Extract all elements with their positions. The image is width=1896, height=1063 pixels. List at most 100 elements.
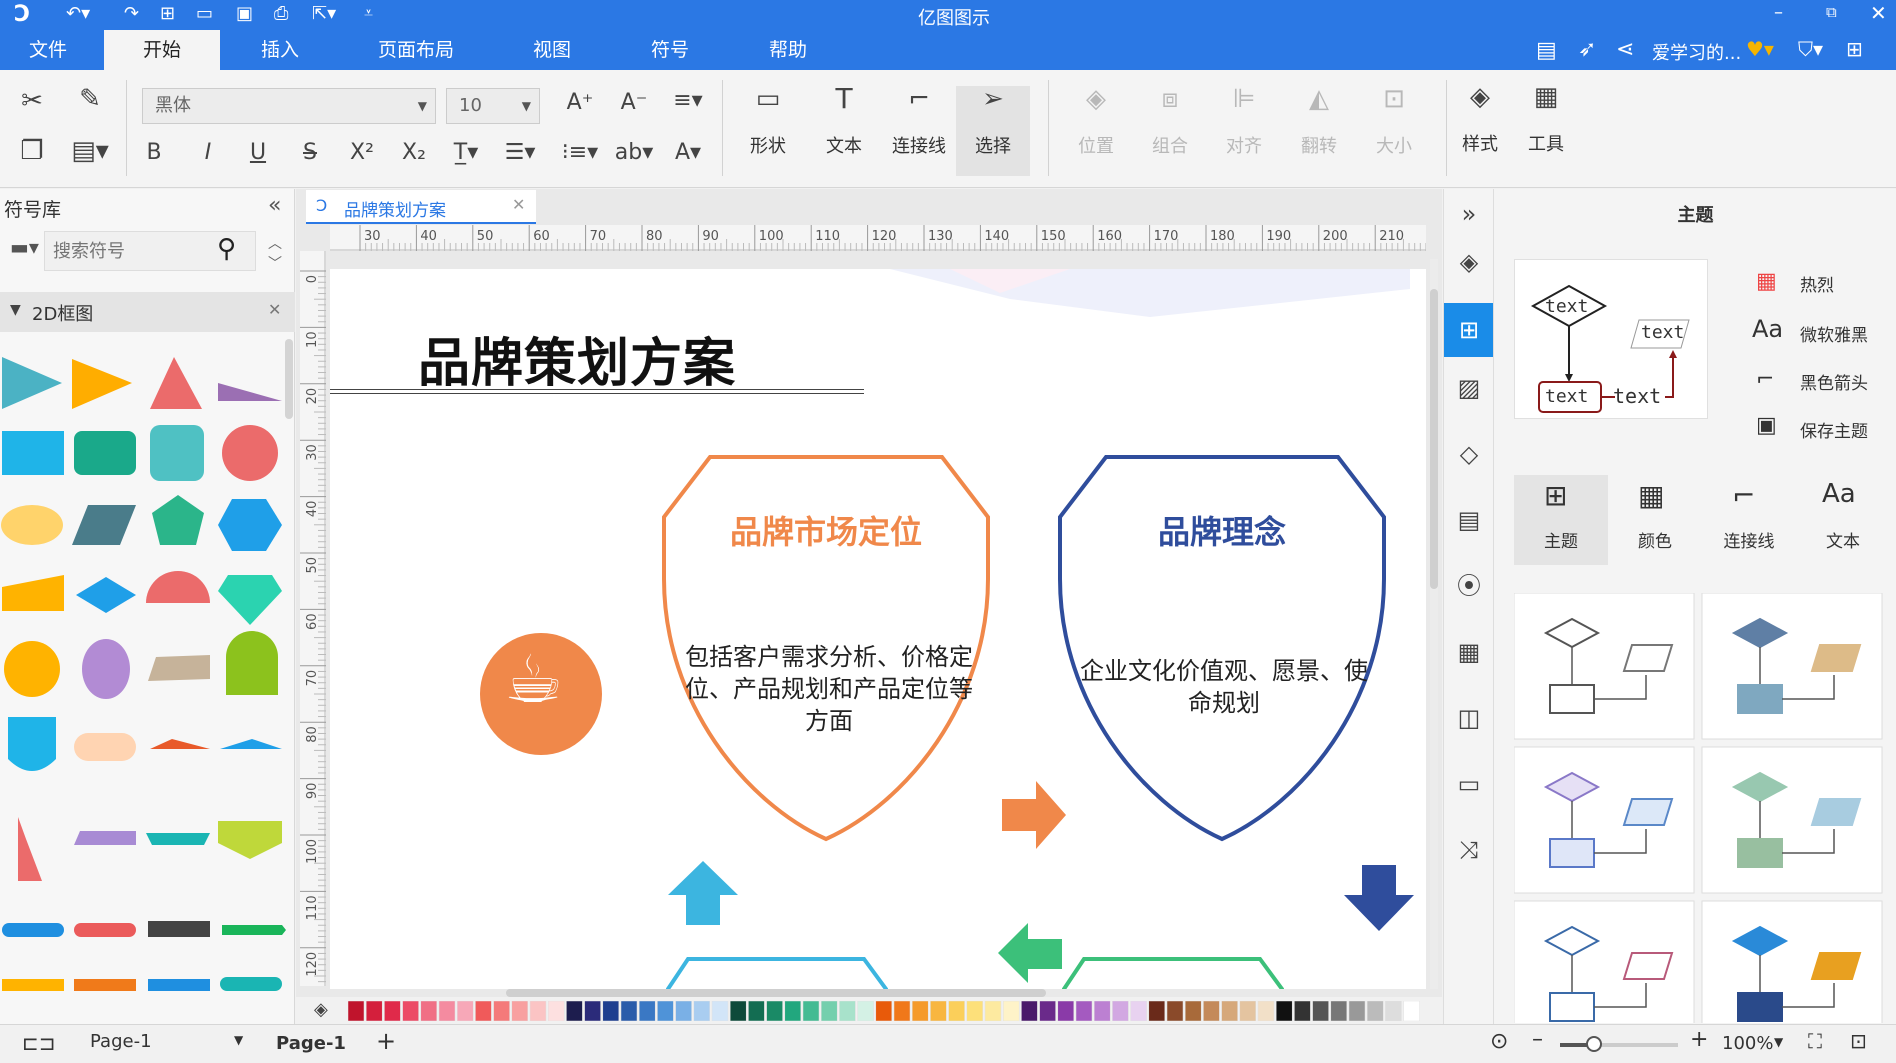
expand-panel-icon[interactable]: »: [1452, 197, 1486, 231]
page-view-icon[interactable]: ⊏⊐: [22, 1031, 56, 1055]
arrow-left-green[interactable]: [998, 923, 1062, 983]
bold-icon[interactable]: B: [134, 140, 174, 165]
color-swatch[interactable]: [1130, 1001, 1147, 1021]
menu-view[interactable]: 视图: [514, 30, 590, 70]
color-swatch[interactable]: [1348, 1001, 1366, 1021]
close-tab-icon[interactable]: ✕: [512, 195, 525, 214]
menu-file[interactable]: 文件: [10, 30, 86, 70]
tab-color[interactable]: ▦ 颜色: [1608, 475, 1702, 565]
theme-option-font[interactable]: 微软雅黑: [1800, 321, 1868, 346]
theme-thumbnail[interactable]: [1701, 900, 1883, 1023]
text-case-icon[interactable]: ab▾: [614, 140, 654, 165]
category-header[interactable]: ▼ 2D框图 ✕: [0, 292, 295, 332]
color-swatch[interactable]: [693, 1001, 711, 1021]
customize-icon[interactable]: ⩡: [364, 3, 373, 23]
color-swatch[interactable]: [384, 1001, 401, 1021]
scroll-up-icon[interactable]: ︿: [268, 233, 282, 253]
color-swatch[interactable]: [1039, 1001, 1056, 1021]
page-select[interactable]: Page-1 ▼: [90, 1031, 250, 1059]
connector-icon[interactable]: ⌐: [899, 84, 939, 114]
align-label[interactable]: 对齐: [1209, 132, 1279, 158]
color-swatch[interactable]: [456, 1001, 474, 1021]
shuffle-icon[interactable]: ⤨: [1452, 833, 1486, 867]
presentation-icon[interactable]: ▭: [1452, 767, 1486, 801]
color-swatch[interactable]: [1075, 1001, 1093, 1021]
tab-connector[interactable]: ⌐ 连接线: [1702, 475, 1796, 565]
tab-text[interactable]: Aa 文本: [1796, 475, 1890, 565]
new-icon[interactable]: ⊞: [160, 3, 175, 24]
arrow-up-blue[interactable]: [668, 861, 738, 925]
coffee-circle[interactable]: ☕: [480, 633, 602, 755]
data-icon[interactable]: ◫: [1452, 701, 1486, 735]
copy-icon[interactable]: ❐: [12, 136, 52, 166]
select-tool-label[interactable]: 选择: [958, 132, 1028, 158]
position-icon[interactable]: ◈: [1076, 84, 1116, 114]
text-tool-label[interactable]: 文本: [809, 132, 879, 158]
color-swatch[interactable]: [802, 1001, 820, 1021]
color-swatch[interactable]: [1057, 1001, 1075, 1021]
size-icon[interactable]: ⊡: [1374, 84, 1414, 114]
position-label[interactable]: 位置: [1061, 132, 1131, 158]
theme-thumbnail[interactable]: [1514, 900, 1695, 1023]
zoom-in-icon[interactable]: +: [1690, 1027, 1708, 1052]
color-swatch[interactable]: [1021, 1001, 1038, 1021]
color-swatch[interactable]: [566, 1001, 583, 1021]
vertical-scrollbar[interactable]: [1430, 259, 1438, 989]
menu-symbol[interactable]: 符号: [632, 30, 708, 70]
drawing-page[interactable]: 品牌策划方案 ☕ 品牌市场定位 包括客户需求分析、价格定位、产品规划和产品定位等…: [330, 269, 1426, 989]
theme-gallery[interactable]: [1514, 593, 1894, 1023]
format-painter-icon[interactable]: ✎: [70, 84, 110, 114]
library-menu-icon[interactable]: ▬▾: [10, 235, 39, 259]
color-swatch[interactable]: [547, 1001, 565, 1021]
menu-insert[interactable]: 插入: [240, 30, 320, 70]
flip-icon[interactable]: ◭: [1299, 84, 1339, 114]
bullet-list-icon[interactable]: ⁝≡▾: [560, 140, 600, 165]
theme-option-arrow[interactable]: 黑色箭头: [1800, 369, 1868, 394]
color-swatch[interactable]: [966, 1001, 984, 1021]
zoom-slider[interactable]: [1560, 1036, 1678, 1052]
search-icon[interactable]: ⚲: [217, 234, 236, 264]
restore-button[interactable]: ⧉: [1826, 3, 1837, 21]
fill-icon[interactable]: ◈: [1452, 245, 1486, 279]
fit-page-icon[interactable]: ⛶: [1808, 1029, 1822, 1053]
color-swatch[interactable]: [1002, 1001, 1020, 1021]
page-tab[interactable]: Page-1: [276, 1033, 346, 1054]
color-swatch[interactable]: [875, 1001, 893, 1021]
theme-preview-card[interactable]: text text text text: [1514, 259, 1708, 419]
theme-thumbnail[interactable]: [1514, 593, 1695, 740]
size-label[interactable]: 大小: [1359, 132, 1429, 158]
color-swatch[interactable]: [657, 1001, 674, 1021]
play-icon[interactable]: ⊙: [1490, 1029, 1508, 1054]
group-icon[interactable]: ⧈: [1150, 84, 1190, 115]
color-swatch[interactable]: [1257, 1001, 1275, 1021]
color-swatch[interactable]: [893, 1001, 911, 1021]
save-icon[interactable]: ▣: [236, 3, 253, 24]
superscript-icon[interactable]: X²: [342, 140, 382, 165]
color-swatch[interactable]: [1203, 1001, 1220, 1021]
color-swatch[interactable]: [930, 1001, 947, 1021]
font-size-select[interactable]: 10 ▼: [446, 88, 540, 124]
color-swatch[interactable]: [1330, 1001, 1348, 1021]
arrow-right-orange[interactable]: [1002, 781, 1068, 849]
color-swatch[interactable]: [1294, 1001, 1311, 1021]
theme-option-hot[interactable]: 热烈: [1800, 271, 1834, 296]
color-swatch[interactable]: [584, 1001, 601, 1021]
tools-icon[interactable]: ▦: [1526, 82, 1566, 112]
color-swatch[interactable]: [820, 1001, 838, 1021]
color-swatch[interactable]: [1221, 1001, 1238, 1021]
color-swatch[interactable]: [475, 1001, 492, 1021]
color-swatch[interactable]: [675, 1001, 692, 1021]
collapse-panel-icon[interactable]: «: [268, 193, 281, 218]
color-swatch[interactable]: [748, 1001, 765, 1021]
color-swatch[interactable]: [911, 1001, 929, 1021]
font-family-select[interactable]: 黑体 ▼: [142, 88, 436, 124]
send-icon[interactable]: ➶: [1578, 37, 1596, 62]
color-swatch[interactable]: [948, 1001, 965, 1021]
color-swatch[interactable]: [784, 1001, 802, 1021]
theme-thumbnail[interactable]: [1701, 593, 1883, 740]
arrow-down-navy[interactable]: [1344, 865, 1414, 931]
image-icon[interactable]: ▨: [1452, 371, 1486, 405]
horizontal-scrollbar[interactable]: [506, 989, 1046, 997]
color-swatch[interactable]: [1112, 1001, 1129, 1021]
close-category-icon[interactable]: ✕: [268, 300, 281, 319]
